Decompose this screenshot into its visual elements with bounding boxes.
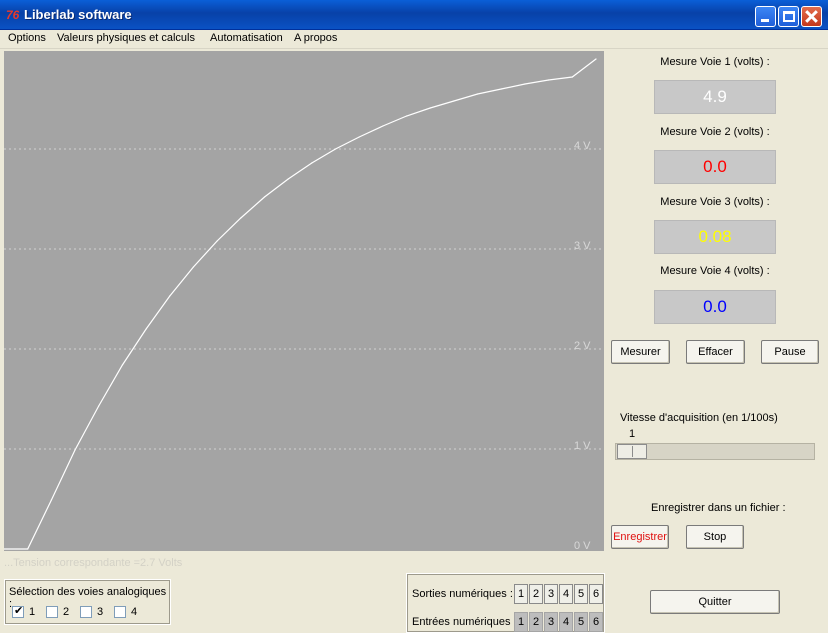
data-point — [524, 83, 526, 85]
data-point — [311, 162, 313, 164]
numeric-input-4: 4 — [559, 612, 573, 632]
numeric-output-6[interactable]: 6 — [589, 584, 603, 604]
data-point — [358, 136, 360, 138]
data-point — [405, 115, 408, 117]
numeric-output-4[interactable]: 4 — [559, 584, 573, 604]
menu-bar: Options Valeurs physiques et calculs Aut… — [0, 30, 828, 49]
y-axis-label: 3 V — [574, 240, 591, 252]
data-point — [27, 548, 29, 550]
speed-value: 1 — [629, 428, 636, 440]
channel-2-checkbox[interactable] — [46, 606, 58, 618]
data-point — [169, 295, 171, 297]
maximize-icon — [783, 11, 795, 22]
y-axis-label: 2 V — [574, 340, 591, 352]
voltage-curve — [4, 58, 597, 550]
numeric-output-3[interactable]: 3 — [544, 584, 558, 604]
measure-label-voie-4: Mesure Voie 4 (volts) : — [660, 265, 770, 277]
data-point — [453, 100, 455, 102]
menu-valeurs-physiques[interactable]: Valeurs physiques et calculs — [57, 32, 195, 44]
mesurer-button[interactable]: Mesurer — [611, 340, 670, 364]
voltage-chart: 4 V 3 V 2 V 1 V 0 V — [4, 58, 604, 551]
measure-label-voie-2: Mesure Voie 2 (volts) : — [660, 126, 770, 138]
enregistrer-button[interactable]: Enregistrer — [611, 525, 669, 549]
data-point — [50, 499, 52, 501]
measure-value-voie-2: 0.0 — [654, 150, 776, 184]
effacer-button[interactable]: Effacer — [686, 340, 745, 364]
measure-label-voie-1: Mesure Voie 1 (volts) : — [660, 56, 770, 68]
measure-value-voie-4: 0.0 — [654, 290, 776, 324]
data-point — [548, 79, 550, 81]
data-point — [240, 217, 242, 219]
data-point — [145, 328, 147, 330]
numeric-input-2: 2 — [529, 612, 543, 632]
y-axis-label: 1 V — [574, 440, 591, 452]
channel-1-checkbox[interactable]: ✔ — [12, 605, 24, 618]
data-point — [263, 196, 266, 198]
data-point — [287, 178, 289, 180]
data-point — [382, 125, 384, 127]
save-label: Enregistrer dans un fichier : — [651, 502, 786, 514]
app-window: 76 Liberlab software Options Valeurs phy… — [0, 0, 828, 633]
numeric-output-2[interactable]: 2 — [529, 584, 543, 604]
channel-4-label: 4 — [131, 606, 138, 618]
close-icon — [802, 7, 821, 26]
numeric-input-1: 1 — [514, 612, 528, 632]
data-point — [334, 148, 337, 150]
channel-3-checkbox[interactable] — [80, 606, 92, 618]
data-point — [121, 364, 123, 366]
y-axis-label: 0 V — [574, 540, 591, 551]
quitter-button[interactable]: Quitter — [650, 590, 780, 614]
speed-label: Vitesse d'acquisition (en 1/100s) — [620, 412, 778, 424]
channel-2-label: 2 — [63, 606, 70, 618]
data-point — [192, 266, 195, 268]
numeric-output-1[interactable]: 1 — [514, 584, 528, 604]
app-logo-icon: 76 — [6, 8, 20, 22]
numeric-input-5: 5 — [574, 612, 588, 632]
speed-slider-thumb[interactable] — [617, 444, 647, 459]
measure-value-voie-3: 0.08 — [654, 220, 776, 254]
menu-a-propos[interactable]: A propos — [294, 32, 337, 44]
stop-button[interactable]: Stop — [686, 525, 744, 549]
menu-options[interactable]: Options — [8, 32, 46, 44]
data-point — [571, 76, 573, 78]
numeric-inputs-label: Entrées numériques : — [412, 616, 517, 628]
numeric-output-5[interactable]: 5 — [574, 584, 588, 604]
channel-4-checkbox[interactable] — [114, 606, 126, 618]
minimize-button[interactable] — [755, 6, 776, 27]
channel-3-label: 3 — [97, 606, 104, 618]
data-point — [595, 58, 597, 60]
y-axis-label: 4 V — [574, 140, 591, 152]
data-point — [216, 240, 218, 242]
numeric-outputs-label: Sorties numériques : — [412, 588, 513, 600]
window-title: Liberlab software — [24, 7, 132, 22]
numeric-input-3: 3 — [544, 612, 558, 632]
data-point — [98, 405, 100, 407]
tension-readout: ...Tension correspondante =2.7 Volts — [4, 557, 183, 569]
maximize-button[interactable] — [778, 6, 799, 27]
minimize-icon — [761, 19, 769, 22]
menu-automatisation[interactable]: Automatisation — [210, 32, 283, 44]
measure-label-voie-3: Mesure Voie 3 (volts) : — [660, 196, 770, 208]
data-point — [74, 449, 76, 451]
data-point — [429, 107, 431, 109]
numeric-io-group: Sorties numériques : Entrées numériques … — [406, 573, 605, 633]
plot-area: 4 V 3 V 2 V 1 V 0 V — [4, 51, 604, 551]
measure-value-voie-1: 4.9 — [654, 80, 776, 114]
title-bar: 76 Liberlab software — [0, 0, 828, 30]
pause-button[interactable]: Pause — [761, 340, 819, 364]
checkmark-icon: ✔ — [14, 605, 24, 617]
numeric-input-6: 6 — [589, 612, 603, 632]
close-button[interactable] — [801, 6, 822, 27]
data-point — [500, 88, 502, 90]
data-point — [477, 93, 479, 95]
channel-1-label: 1 — [29, 606, 36, 618]
channel-selection-group: Sélection des voies analogiques : ✔ 1 2 … — [4, 579, 171, 625]
